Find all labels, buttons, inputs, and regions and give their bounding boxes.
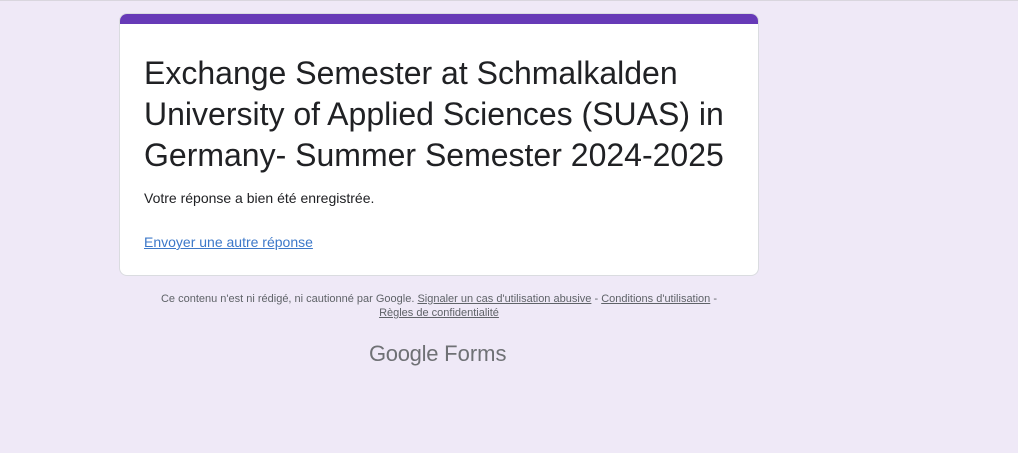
confirmation-message: Votre réponse a bien été enregistrée. <box>144 190 375 206</box>
footer-disclaimer: Ce contenu n'est ni rédigé, ni cautionné… <box>160 293 415 305</box>
footer-separator: - <box>591 293 602 305</box>
submit-another-response-link[interactable]: Envoyer une autre réponse <box>144 232 313 252</box>
card-accent-bar <box>120 14 758 24</box>
forms-wordmark: Forms <box>444 341 507 366</box>
privacy-policy-link[interactable]: Règles de confidentialité <box>379 307 499 319</box>
page: { "form": { "title": "Exchange Semester … <box>0 0 1018 453</box>
response-card: Exchange Semester at Schmalkalden Univer… <box>119 13 759 276</box>
footer-separator: - <box>710 293 718 305</box>
form-title: Exchange Semester at Schmalkalden Univer… <box>144 55 724 173</box>
terms-of-service-link[interactable]: Conditions d'utilisation <box>601 293 710 305</box>
footer: Ce contenu n'est ni rédigé, ni cautionné… <box>119 292 759 320</box>
report-abuse-link[interactable]: Signaler un cas d'utilisation abusive <box>417 293 591 305</box>
google-forms-logo[interactable]: Google Forms <box>369 341 506 369</box>
google-wordmark: Google <box>369 341 439 366</box>
